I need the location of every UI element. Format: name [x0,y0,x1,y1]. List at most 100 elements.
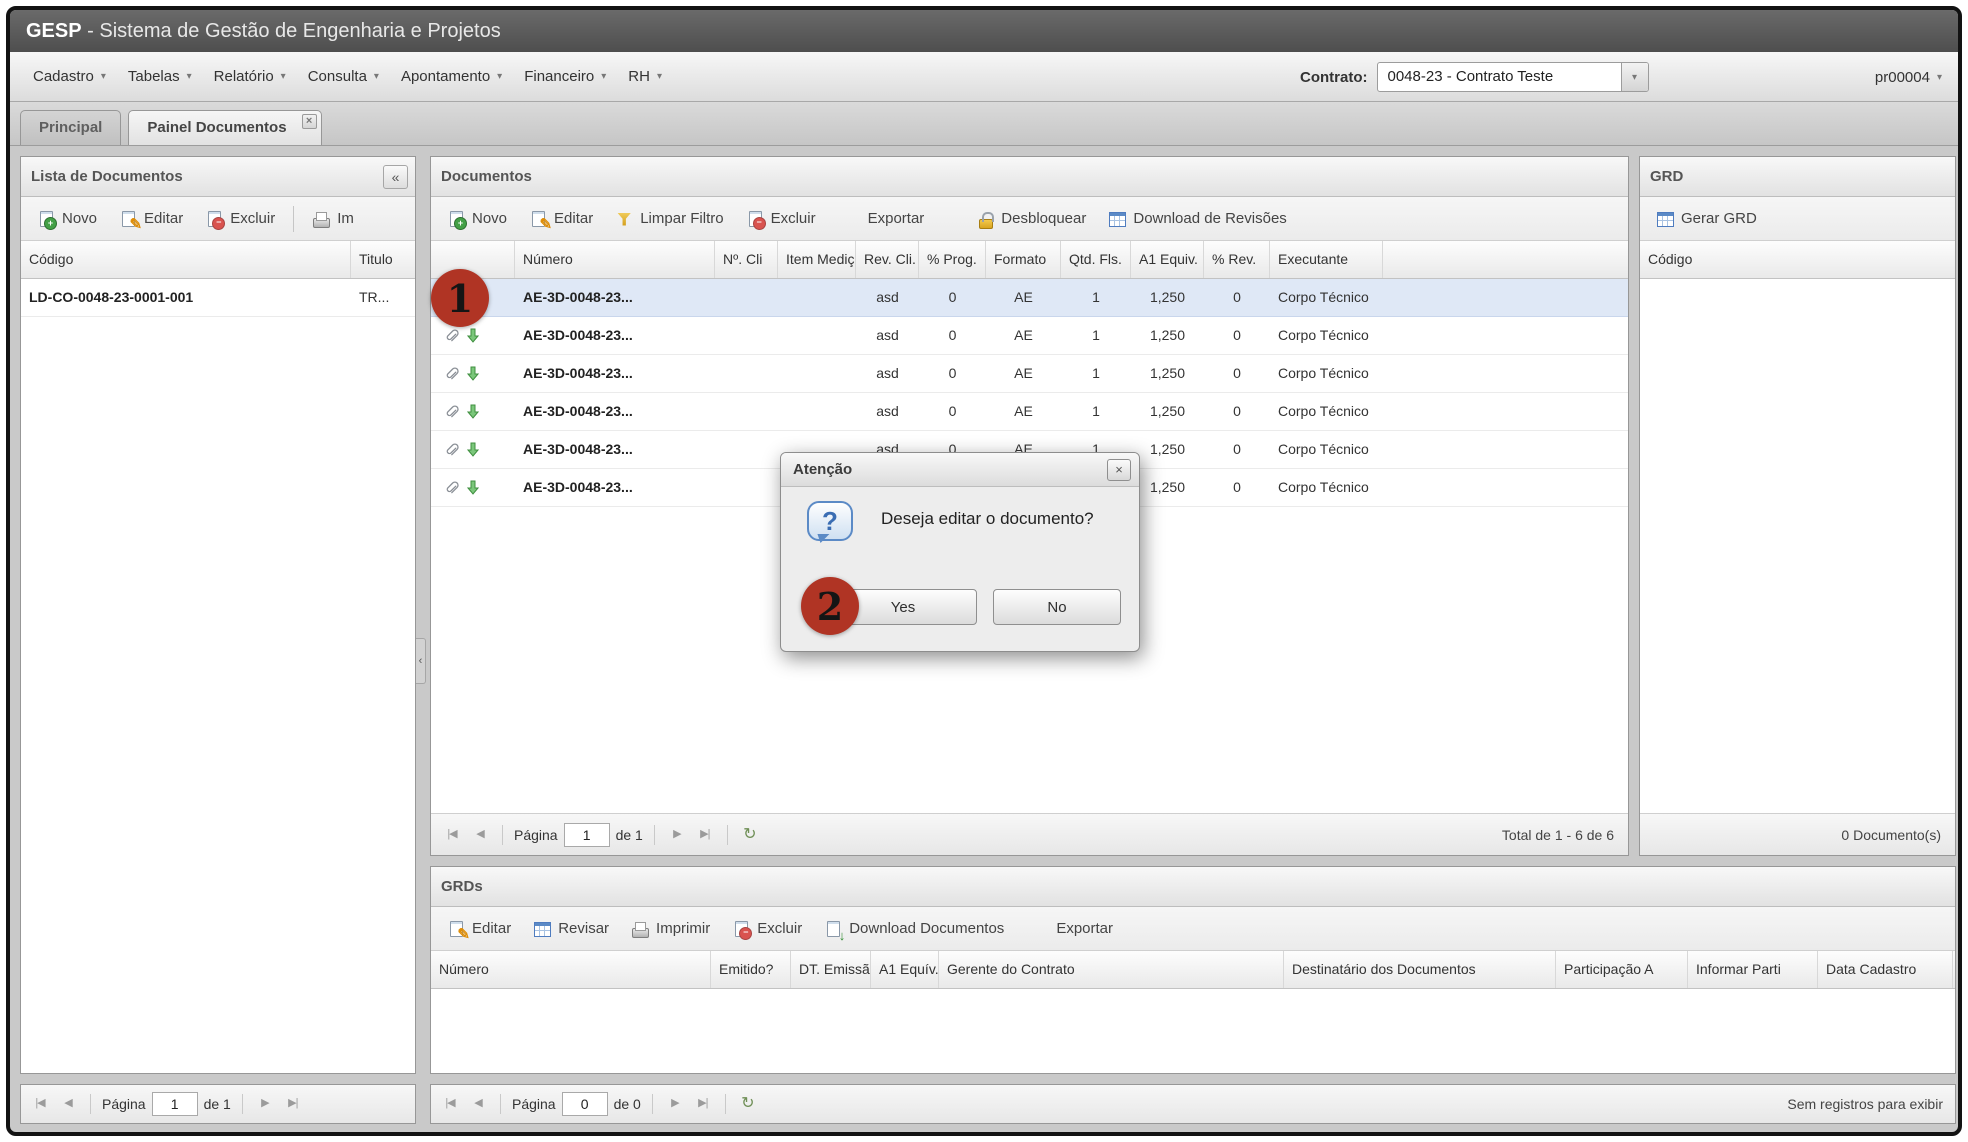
page-input[interactable] [152,1092,198,1116]
menu-financeiro[interactable]: Financeiro ▾ [513,60,617,93]
combo-dropdown-button[interactable]: ▾ [1621,63,1648,91]
column-a1-equiv[interactable]: A1 Equiv. [1131,241,1204,278]
column-destinatario[interactable]: Destinatário dos Documentos [1284,951,1556,988]
first-page-button[interactable]: |◀ [441,824,463,846]
last-page-button[interactable]: ▶| [282,1093,304,1115]
column-gerente[interactable]: Gerente do Contrato [939,951,1284,988]
column-no-cli[interactable]: Nº. Cli [715,241,778,278]
unlock-icon [976,210,994,228]
next-page-button[interactable]: ▶ [254,1093,276,1115]
menu-rh[interactable]: RH ▾ [617,60,673,93]
user-menu[interactable]: pr00004 ▾ [1875,52,1942,102]
cell-qtd-fls: 1 [1061,355,1131,392]
column-a1-equiv[interactable]: A1 Equív. [871,951,939,988]
column-emitido[interactable]: Emitido? [711,951,791,988]
editar-button[interactable]: Editar [111,205,191,233]
column-titulo[interactable]: Titulo [351,241,415,278]
column-codigo[interactable]: Código [1640,241,1955,278]
tab-close-icon[interactable]: × [302,114,317,129]
download-revisoes-button[interactable]: Download de Revisões [1100,205,1294,233]
menu-relatorio[interactable]: Relatório ▾ [203,60,297,93]
cell-a1-equiv: 1,250 [1131,393,1204,430]
prev-page-button[interactable]: ◀ [57,1093,79,1115]
editar-button[interactable]: Editar [521,205,601,233]
column-qtd-fls[interactable]: Qtd. Fls. [1061,241,1131,278]
button-label: Imprimir [656,920,710,937]
limpar-filtro-button[interactable]: Limpar Filtro [607,205,731,233]
cell-a1-equiv: 1,250 [1131,469,1204,506]
excluir-button[interactable]: Excluir [738,205,824,233]
column-codigo[interactable]: Código [21,241,351,278]
prev-page-button[interactable]: ◀ [469,824,491,846]
page-input[interactable] [562,1092,608,1116]
first-page-button[interactable]: |◀ [439,1093,461,1115]
question-icon: ? [807,501,853,541]
table-row[interactable]: LD-CO-0048-23-0001-001 TR... [21,279,415,317]
refresh-icon[interactable]: ↻ [739,824,761,846]
page-of-label: de 1 [616,827,643,843]
row-icons [431,355,515,392]
column-informar-part[interactable]: Informar Parti [1688,951,1818,988]
column-rev-cli[interactable]: Rev. Cli. [856,241,919,278]
tab-principal[interactable]: Principal [20,110,121,145]
first-page-button[interactable]: |◀ [29,1093,51,1115]
collapse-panel-button[interactable]: « [383,165,408,189]
column-dt-emissao[interactable]: DT. Emissã [791,951,871,988]
cell-a1-equiv: 1,250 [1131,279,1204,316]
cell-prog: 0 [919,355,986,392]
panel-collapse-handle[interactable]: ‹ [416,638,426,684]
documentos-toolbar: Novo Editar Limpar Filtro Excluir Export… [431,197,1628,241]
user-name: pr00004 [1875,69,1930,86]
revisar-button[interactable]: Revisar [525,915,617,943]
no-button[interactable]: No [993,589,1121,625]
gerar-grd-button[interactable]: Gerar GRD [1648,205,1765,233]
contrato-combobox[interactable]: 0048-23 - Contrato Teste ▾ [1377,62,1649,92]
chevron-down-icon: ▾ [1937,72,1942,83]
table-row[interactable]: AE-3D-0048-23... asd 0 AE 1 1,250 0 Corp… [431,393,1628,431]
cell-numero: AE-3D-0048-23... [515,431,715,468]
cell-a1-equiv: 1,250 [1131,431,1204,468]
column-executante[interactable]: Executante [1270,241,1383,278]
refresh-icon[interactable]: ↻ [737,1093,759,1115]
table-row[interactable]: AE-3D-0048-23... asd 0 AE 1 1,250 0 Corp… [431,279,1628,317]
column-prog[interactable]: % Prog. [919,241,986,278]
imprimir-button[interactable]: Im [304,205,362,233]
table-row[interactable]: AE-3D-0048-23... asd 0 AE 1 1,250 0 Corp… [431,355,1628,393]
menu-tabelas[interactable]: Tabelas ▾ [117,60,203,93]
dialog-titlebar[interactable]: Atenção × [781,453,1139,487]
column-item-medicao[interactable]: Item Mediç [778,241,856,278]
menu-apontamento[interactable]: Apontamento ▾ [390,60,513,93]
last-page-button[interactable]: ▶| [692,1093,714,1115]
table-row[interactable]: AE-3D-0048-23... asd 0 AE 1 1,250 0 Corp… [431,317,1628,355]
desbloquear-button[interactable]: Desbloquear [968,205,1094,233]
download-documentos-button[interactable]: Download Documentos [816,915,1012,943]
column-rev[interactable]: % Rev. [1204,241,1270,278]
exportar-button[interactable]: Exportar [860,205,933,232]
column-data-cadastro[interactable]: Data Cadastro [1818,951,1953,988]
novo-button[interactable]: Novo [29,205,105,233]
excluir-button[interactable]: Excluir [724,915,810,943]
novo-button[interactable]: Novo [439,205,515,233]
column-formato[interactable]: Formato [986,241,1061,278]
editar-button[interactable]: Editar [439,915,519,943]
excluir-button[interactable]: Excluir [197,205,283,233]
column-numero[interactable]: Número [431,951,711,988]
last-page-button[interactable]: ▶| [694,824,716,846]
column-participacao[interactable]: Participação A [1556,951,1688,988]
menu-consulta[interactable]: Consulta ▾ [297,60,390,93]
next-page-button[interactable]: ▶ [664,1093,686,1115]
attachment-icon [443,480,459,496]
page-input[interactable] [564,823,610,847]
question-glyph: ? [822,506,838,537]
grds-toolbar: Editar Revisar Imprimir Excluir Download… [431,907,1955,951]
cell-executante: Corpo Técnico [1270,317,1383,354]
next-page-button[interactable]: ▶ [666,824,688,846]
menu-cadastro[interactable]: Cadastro ▾ [22,60,117,93]
exportar-button[interactable]: Exportar [1048,915,1121,942]
tab-painel-documentos[interactable]: Painel Documentos × [128,110,321,145]
button-label: Download de Revisões [1133,210,1286,227]
prev-page-button[interactable]: ◀ [467,1093,489,1115]
imprimir-button[interactable]: Imprimir [623,915,718,943]
column-numero[interactable]: Número [515,241,715,278]
close-icon[interactable]: × [1107,459,1131,481]
